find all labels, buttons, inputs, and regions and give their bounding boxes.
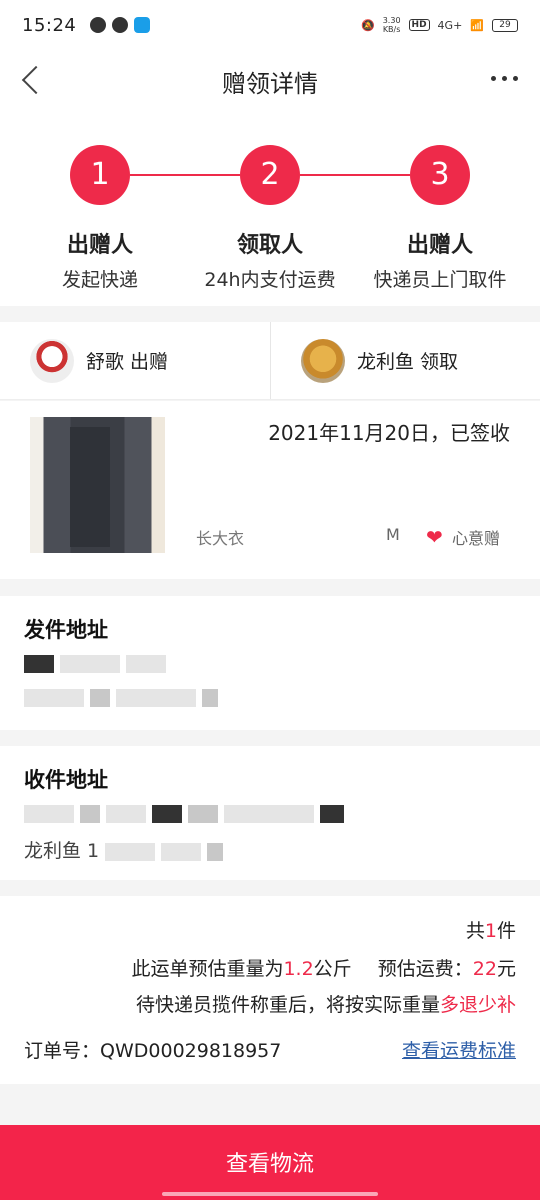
send-address-line	[24, 652, 516, 678]
network-speed: 3.30 KB/s	[383, 16, 401, 34]
view-logistics-button[interactable]: 查看物流	[0, 1125, 540, 1200]
alarm-icon	[112, 17, 129, 33]
giver-label: 舒歌 出赠	[86, 351, 169, 373]
step-title: 领取人	[236, 233, 303, 258]
status-right: 🔕 3.30 KB/s HD 4G+ 📶 29	[361, 16, 518, 34]
item-size: M	[386, 525, 400, 544]
status-time: 15:24	[22, 14, 77, 36]
notification-icons	[90, 17, 151, 33]
redacted-text	[60, 654, 120, 673]
progress-steps: 1 出赠人 发起快递 2 领取人 24h内支付运费 3 出赠人 快递员上门取件	[0, 110, 540, 306]
app-icon	[134, 17, 151, 33]
redacted-text	[105, 842, 156, 861]
redacted-text	[207, 842, 224, 861]
weight-prefix: 此运单预估重量为	[131, 958, 284, 980]
item-tag: 心意赠	[452, 529, 501, 548]
receiver-name-prefix: 龙利鱼 1	[24, 840, 100, 862]
item-count: 共1件	[466, 916, 516, 943]
home-indicator	[162, 1192, 378, 1196]
step-number: 3	[410, 145, 470, 205]
step-1: 1 出赠人 发起快递	[10, 110, 190, 292]
redacted-text	[224, 804, 314, 823]
receiver-user[interactable]: 龙利鱼 领取	[270, 322, 540, 399]
speed-value: 3.30	[382, 16, 401, 25]
count-value: 1	[484, 920, 497, 942]
redacted-text	[116, 688, 196, 707]
heart-icon: ❤	[426, 525, 443, 549]
item-photo	[30, 417, 165, 553]
weight-unit: 公斤	[313, 958, 352, 980]
wifi-icon: 📶	[470, 18, 484, 32]
count-prefix: 共	[465, 920, 485, 942]
signed-date: 2021年11月20日，已签收	[268, 421, 510, 445]
step-subtitle: 24h内支付运费	[204, 269, 336, 291]
step-subtitle: 发起快递	[61, 269, 138, 291]
step-3: 3 出赠人 快递员上门取件	[350, 110, 530, 292]
note-prefix: 待快递员揽件称重后，将按实际重量	[135, 994, 440, 1016]
send-contact-line	[24, 686, 516, 712]
send-address-title: 发件地址	[24, 618, 108, 642]
giver-user[interactable]: 舒歌 出赠	[0, 322, 270, 399]
more-button[interactable]	[491, 76, 518, 81]
fee-unit: 元	[496, 958, 516, 980]
signal-label: 4G+	[437, 18, 463, 32]
weight-and-fee: 此运单预估重量为1.2公斤 预估运费：22元	[131, 954, 516, 981]
step-title: 出赠人	[406, 233, 473, 258]
redacted-text	[126, 654, 166, 673]
shipping-summary: 共1件 此运单预估重量为1.2公斤 预估运费：22元 待快递员揽件称重后，将按实…	[0, 896, 540, 1084]
speed-unit: KB/s	[382, 25, 401, 34]
redacted-text	[90, 688, 110, 707]
order-number: 订单号：QWD00029818957	[24, 1036, 281, 1063]
status-bar: 15:24 🔕 3.30 KB/s HD 4G+ 📶 29	[0, 0, 540, 50]
redacted-text	[320, 804, 344, 823]
step-number: 2	[240, 145, 300, 205]
avatar	[301, 338, 345, 383]
redacted-text	[202, 688, 218, 707]
redacted-text	[152, 804, 182, 823]
mute-icon: 🔕	[361, 18, 375, 32]
refund-note: 待快递员揽件称重后，将按实际重量多退少补	[136, 990, 516, 1017]
nav-bar: 赠领详情	[0, 50, 540, 110]
fee-label: 预估运费：	[377, 958, 473, 980]
step-title: 出赠人	[66, 233, 133, 258]
redacted-text	[24, 688, 84, 707]
receive-address-title: 收件地址	[24, 768, 108, 792]
fee-value: 22	[472, 958, 497, 980]
item-card[interactable]: 2021年11月20日，已签收 长大衣 M ❤ 心意赠	[0, 401, 540, 579]
receive-address-section: 收件地址 龙利鱼 1	[0, 746, 540, 880]
redacted-text	[24, 654, 54, 673]
receive-contact-line: 龙利鱼 1	[24, 836, 516, 862]
redacted-text	[24, 804, 74, 823]
redacted-text	[161, 842, 202, 861]
view-logistics-label: 查看物流	[225, 1152, 314, 1177]
user-row: 舒歌 出赠 龙利鱼 领取	[0, 322, 540, 400]
item-name: 长大衣	[196, 529, 245, 548]
weight-value: 1.2	[283, 958, 314, 980]
note-highlight: 多退少补	[439, 994, 516, 1016]
count-suffix: 件	[496, 920, 516, 942]
send-address-section: 发件地址	[0, 596, 540, 730]
redacted-text	[80, 804, 100, 823]
order-label: 订单号：	[24, 1040, 101, 1062]
message-icon	[90, 17, 107, 33]
step-subtitle: 快递员上门取件	[373, 269, 507, 291]
hd-badge: HD	[408, 19, 430, 31]
page-title: 赠领详情	[222, 70, 318, 98]
avatar	[30, 338, 74, 383]
receive-address-line	[24, 802, 516, 828]
battery-icon: 29	[492, 18, 518, 32]
receiver-label: 龙利鱼 领取	[357, 351, 459, 373]
fee-standard-link[interactable]: 查看运费标准	[402, 1036, 516, 1063]
order-value: QWD00029818957	[100, 1040, 282, 1062]
step-2: 2 领取人 24h内支付运费	[180, 110, 360, 292]
redacted-text	[188, 804, 218, 823]
step-number: 1	[70, 145, 130, 205]
redacted-text	[106, 804, 146, 823]
